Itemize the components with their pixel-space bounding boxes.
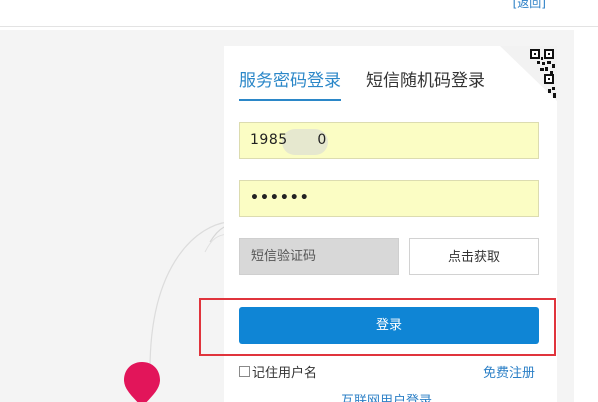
tab-password-login[interactable]: 服务密码登录 [239, 66, 341, 101]
get-code-button[interactable]: 点击获取 [409, 238, 539, 275]
map-pin-icon [124, 362, 160, 402]
remember-username[interactable]: 记住用户名 [239, 362, 317, 381]
sms-code-field[interactable]: 短信验证码 [239, 238, 399, 275]
top-link[interactable]: [返回] [513, 0, 546, 11]
phone-number-value: 1985 0 [250, 132, 327, 148]
password-field[interactable]: •••••• [239, 180, 539, 217]
top-bar: [返回] [0, 0, 598, 27]
tab-sms-login[interactable]: 短信随机码登录 [366, 66, 485, 91]
internet-user-login-link[interactable]: 互联网用户登录 [341, 390, 432, 402]
free-register-link[interactable]: 免费注册 [483, 362, 535, 381]
qr-code-icon[interactable] [500, 46, 557, 101]
phone-number-field[interactable]: 1985 0 [239, 122, 539, 159]
login-button-highlight [199, 298, 556, 356]
checkbox-icon[interactable] [239, 366, 250, 377]
remember-username-label: 记住用户名 [252, 366, 318, 381]
